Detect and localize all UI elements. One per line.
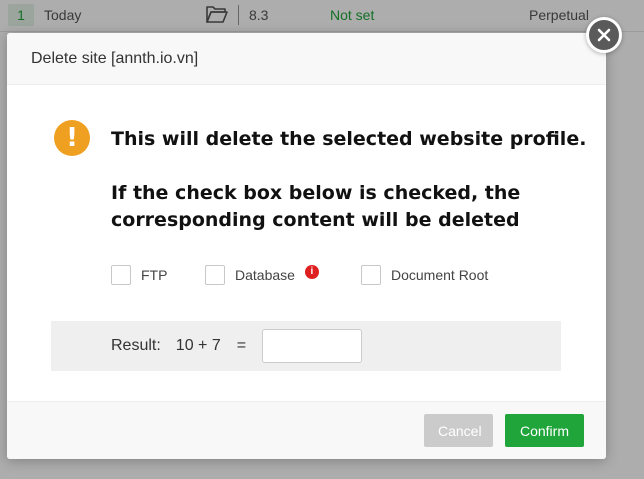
dialog-title: Delete site [annth.io.vn] [31, 49, 199, 67]
delete-site-dialog: Delete site [annth.io.vn] ! This will de… [7, 33, 606, 459]
close-icon [597, 28, 611, 42]
info-icon[interactable]: i [304, 265, 319, 279]
ftp-option[interactable]: FTP [111, 265, 167, 285]
delete-options: FTP Database i Document Root [111, 265, 571, 287]
warning-message: This will delete the selected website pr… [111, 128, 587, 150]
captcha-label: Result: [111, 337, 161, 354]
captcha-answer-input[interactable] [262, 329, 363, 363]
confirm-button[interactable]: Confirm [505, 414, 584, 447]
database-option[interactable]: Database i [205, 265, 319, 285]
dialog-footer: Cancel Confirm [7, 401, 606, 459]
exclamation-icon: ! [54, 120, 90, 156]
dialog-header: Delete site [annth.io.vn] [7, 33, 606, 85]
document-root-label: Document Root [391, 267, 489, 283]
document-root-checkbox[interactable] [361, 265, 381, 285]
close-dialog-button[interactable] [586, 17, 622, 53]
cancel-button[interactable]: Cancel [424, 414, 493, 447]
captcha-expression: 10 + 7 [175, 337, 221, 354]
captcha-equals: = [236, 337, 247, 354]
dialog-body: ! This will delete the selected website … [7, 85, 606, 401]
database-checkbox[interactable] [205, 265, 225, 285]
captcha-bar: Result: 10 + 7 = [51, 321, 561, 371]
checkbox-explanation: If the check box below is checked, the c… [111, 182, 521, 231]
ftp-checkbox[interactable] [111, 265, 131, 285]
ftp-label: FTP [141, 267, 168, 283]
document-root-option[interactable]: Document Root [361, 265, 488, 285]
database-label: Database [235, 267, 295, 283]
